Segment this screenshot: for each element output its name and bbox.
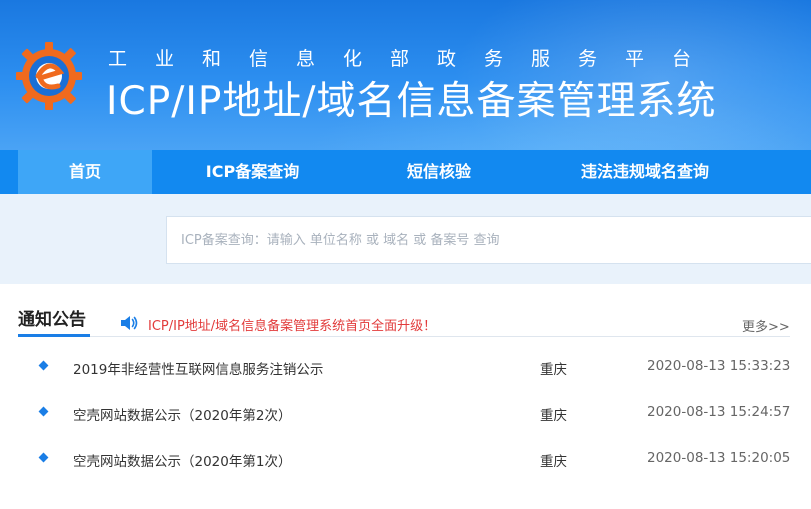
nav-item-icp-query[interactable]: ICP备案查询 (180, 150, 325, 194)
icp-search-input[interactable] (166, 216, 811, 264)
header-banner: 工业和信息化部政务服务平台 ICP/IP地址/域名信息备案管理系统 (0, 0, 811, 150)
notice-region: 重庆 (540, 362, 567, 378)
search-section (0, 194, 811, 284)
notice-heading: 通知公告 (18, 310, 86, 330)
notice-date: 2020-08-13 15:20:05 (647, 450, 791, 466)
notice-divider (90, 336, 790, 337)
page-title: ICP/IP地址/域名信息备案管理系统 (106, 79, 717, 124)
nav-edge (0, 150, 18, 194)
notice-region: 重庆 (540, 408, 567, 424)
nav-item-sms-verify[interactable]: 短信核验 (370, 150, 508, 194)
header-subtitle: 工业和信息化部政务服务平台 (108, 48, 720, 70)
notice-date: 2020-08-13 15:24:57 (647, 404, 791, 420)
notice-marquee-link[interactable]: ICP/IP地址/域名信息备案管理系统首页全面升级！ (148, 315, 436, 334)
diamond-bullet-icon (38, 360, 49, 371)
nav-item-home[interactable]: 首页 (18, 150, 152, 194)
diamond-bullet-icon (38, 452, 49, 463)
notice-title-link[interactable]: 2019年非经营性互联网信息服务注销公示 (73, 358, 323, 378)
notice-more-link[interactable]: 更多>> (742, 316, 790, 335)
notice-region: 重庆 (540, 454, 567, 470)
diamond-bullet-icon (38, 406, 49, 417)
notice-row[interactable]: 2019年非经营性互联网信息服务注销公示 重庆 2020-08-13 15:33… (0, 358, 811, 388)
notice-date: 2020-08-13 15:33:23 (647, 358, 791, 374)
notice-row[interactable]: 空壳网站数据公示（2020年第2次） 重庆 2020-08-13 15:24:5… (0, 404, 811, 434)
notice-row[interactable]: 空壳网站数据公示（2020年第1次） 重庆 2020-08-13 15:20:0… (0, 450, 811, 480)
notice-heading-underline (18, 334, 90, 337)
notice-title-link[interactable]: 空壳网站数据公示（2020年第2次） (73, 404, 291, 424)
main-nav: 首页 ICP备案查询 短信核验 违法违规域名查询 (0, 150, 811, 194)
nav-item-illegal-domain-query[interactable]: 违法违规域名查询 (560, 150, 730, 194)
miit-logo-icon[interactable] (14, 36, 84, 114)
speaker-icon (121, 316, 138, 330)
notice-title-link[interactable]: 空壳网站数据公示（2020年第1次） (73, 450, 291, 470)
